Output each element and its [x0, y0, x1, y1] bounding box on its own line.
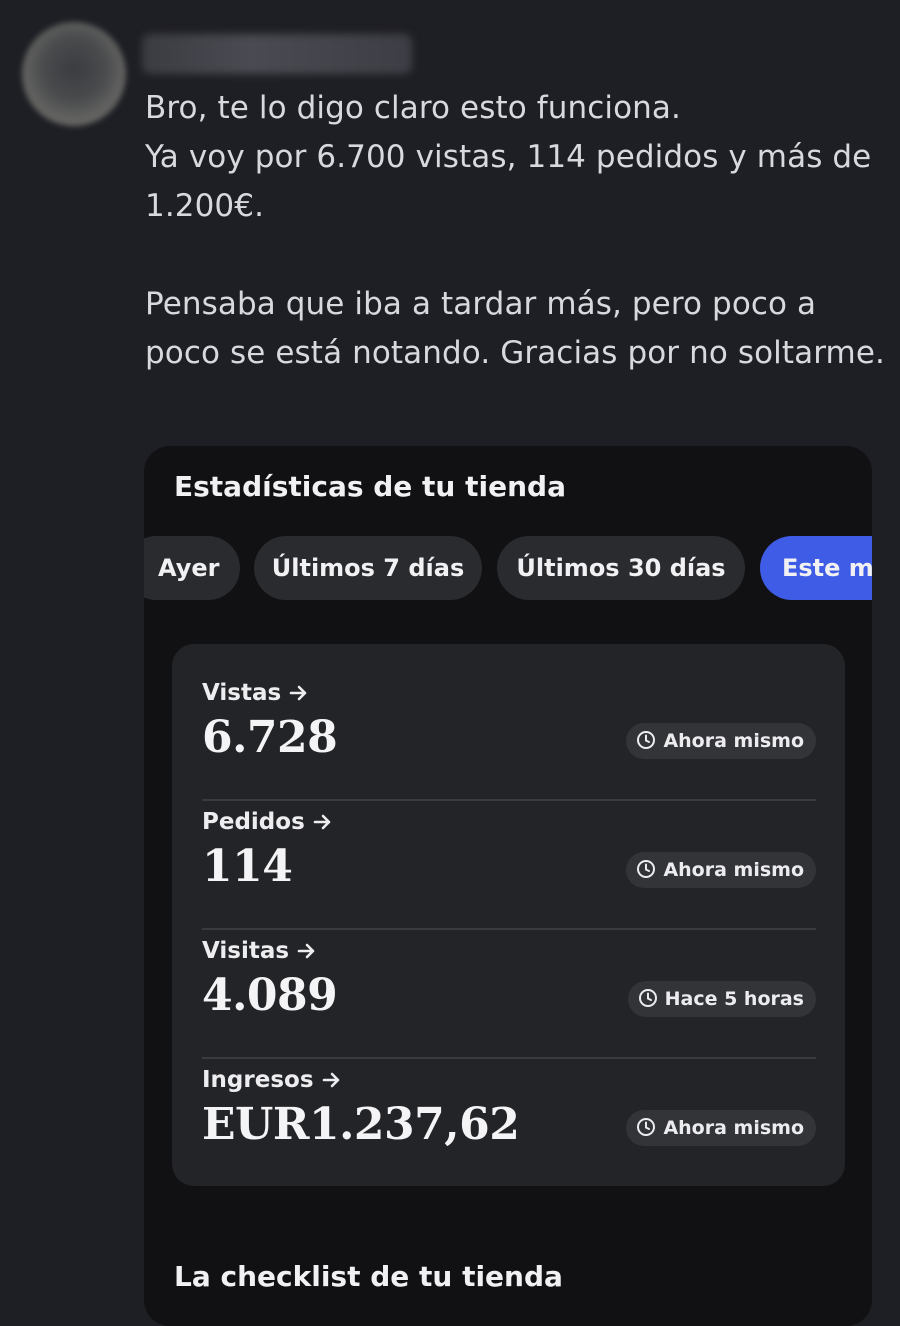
range-chip-last-7-days[interactable]: Últimos 7 días	[254, 536, 482, 600]
message-paragraph-2: Pensaba que iba a tardar más, pero poco …	[145, 286, 885, 371]
arrow-right-icon	[289, 682, 309, 708]
clock-icon	[638, 984, 658, 1020]
updated-badge: Ahora mismo	[626, 1110, 816, 1146]
metric-label-row[interactable]: Ingresos	[202, 1067, 342, 1095]
metric-views[interactable]: Vistas 6.728 Ahora mismo	[202, 672, 816, 801]
metric-value: 6.728	[202, 712, 338, 763]
updated-text: Ahora mismo	[663, 730, 804, 752]
metrics-panel: Vistas 6.728 Ahora mismo Pedidos 114 Aho…	[172, 644, 845, 1186]
checklist-title: La checklist de tu tienda	[174, 1260, 563, 1293]
metric-label: Vistas	[202, 680, 282, 706]
arrow-right-icon	[297, 940, 317, 966]
range-chip-yesterday[interactable]: Ayer	[144, 536, 240, 600]
clock-icon	[636, 855, 656, 891]
message-paragraph-1: Bro, te lo digo claro esto funciona. Ya …	[145, 90, 872, 224]
metric-revenue[interactable]: Ingresos EUR1.237,62 Ahora mismo	[202, 1059, 816, 1188]
arrow-right-icon	[313, 811, 333, 837]
metric-label-row[interactable]: Visitas	[202, 938, 317, 966]
date-range-chips: Ayer Últimos 7 días Últimos 30 días Este…	[144, 536, 872, 600]
avatar[interactable]	[22, 22, 126, 126]
chat-message: Bro, te lo digo claro esto funciona. Ya …	[145, 84, 885, 378]
clock-icon	[636, 1113, 656, 1149]
updated-text: Ahora mismo	[663, 859, 804, 881]
metric-label: Pedidos	[202, 809, 305, 835]
range-chip-this-month[interactable]: Este mes	[760, 536, 872, 600]
blurred-username[interactable]	[142, 34, 412, 74]
range-chip-last-30-days[interactable]: Últimos 30 días	[497, 536, 745, 600]
metric-value: EUR1.237,62	[202, 1099, 520, 1150]
metric-label: Visitas	[202, 938, 290, 964]
metric-value: 114	[202, 841, 293, 892]
updated-badge: Hace 5 horas	[627, 981, 816, 1020]
metric-label: Ingresos	[202, 1067, 314, 1093]
clock-icon	[636, 726, 656, 762]
store-stats-screenshot: Estadísticas de tu tienda Ayer Últimos 7…	[144, 446, 872, 1326]
metric-value: 4.089	[202, 970, 338, 1021]
arrow-right-icon	[322, 1069, 342, 1095]
updated-badge: Ahora mismo	[626, 723, 816, 759]
stats-title: Estadísticas de tu tienda	[174, 470, 566, 503]
metric-label-row[interactable]: Pedidos	[202, 809, 333, 837]
updated-text: Hace 5 horas	[664, 988, 804, 1010]
metric-label-row[interactable]: Vistas	[202, 680, 309, 708]
metric-visits[interactable]: Visitas 4.089 Hace 5 horas	[202, 930, 816, 1059]
metric-orders[interactable]: Pedidos 114 Ahora mismo	[202, 801, 816, 930]
updated-text: Ahora mismo	[663, 1117, 804, 1139]
updated-badge: Ahora mismo	[626, 852, 816, 888]
